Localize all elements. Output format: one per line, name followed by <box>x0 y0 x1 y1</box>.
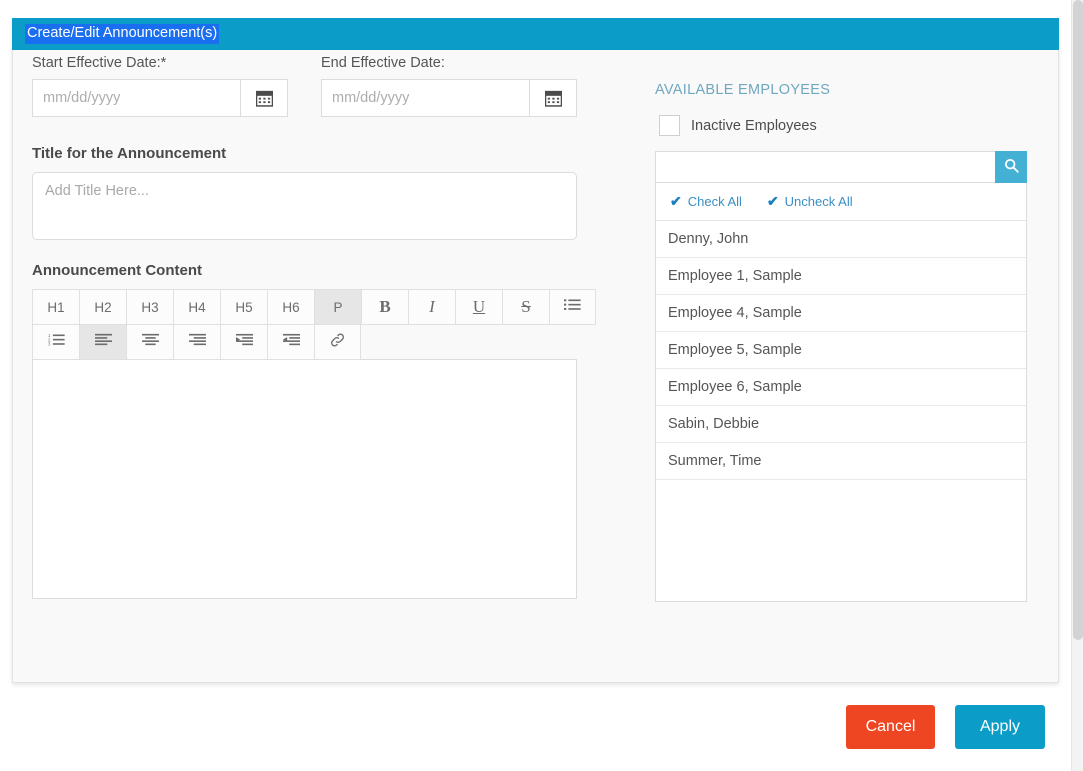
available-employees-column: AVAILABLE EMPLOYEES Inactive Employees ✔… <box>655 82 1027 602</box>
link-icon <box>329 332 346 353</box>
strikethrough-button-label: S <box>521 297 531 316</box>
end-effective-date-label: End Effective Date: <box>321 55 445 71</box>
strikethrough-button[interactable]: S <box>502 289 549 325</box>
align-right-button[interactable] <box>173 324 220 360</box>
dialog-footer: Cancel Apply <box>0 702 1083 771</box>
check-icon: ✔ <box>670 193 682 209</box>
start-effective-date-group: Start Effective Date:* <box>32 55 288 117</box>
employee-search-input[interactable] <box>655 151 995 183</box>
italic-button[interactable]: I <box>408 289 455 325</box>
svg-text:3: 3 <box>48 342 51 347</box>
employee-list-item[interactable]: Employee 5, Sample <box>656 332 1026 369</box>
indent-icon <box>235 332 253 352</box>
employee-search-button[interactable] <box>995 151 1027 183</box>
announcement-title-label: Title for the Announcement <box>32 145 227 162</box>
heading-6-button-label: H6 <box>282 299 300 315</box>
employee-name: Employee 6, Sample <box>668 379 802 395</box>
start-effective-date-label: Start Effective Date:* <box>32 55 167 71</box>
employee-name: Summer, Time <box>668 453 762 469</box>
heading-5-button[interactable]: H5 <box>220 289 267 325</box>
announcement-title-input[interactable] <box>32 172 577 240</box>
list-select-tools: ✔ Check All ✔ Uncheck All <box>656 183 1026 221</box>
search-icon <box>1004 158 1019 176</box>
employee-name: Employee 4, Sample <box>668 305 802 321</box>
italic-button-label: I <box>429 297 435 316</box>
dialog-title: Create/Edit Announcement(s) <box>25 24 220 44</box>
editor-toolbar-row-1: H1 H2 H3 H4 H5 H6 P B I U S <box>32 289 622 325</box>
check-all-label: Check All <box>687 194 742 209</box>
employee-list-item[interactable]: Employee 4, Sample <box>656 295 1026 332</box>
heading-1-button-label: H1 <box>47 299 65 315</box>
heading-2-button[interactable]: H2 <box>79 289 126 325</box>
heading-3-button-label: H3 <box>141 299 159 315</box>
editor-toolbar-row-2: 1 2 3 <box>32 324 622 360</box>
bullet-list-icon <box>564 297 581 317</box>
heading-5-button-label: H5 <box>235 299 253 315</box>
dialog-header-bar: Create/Edit Announcement(s) <box>12 18 1059 50</box>
bold-button[interactable]: B <box>361 289 408 325</box>
heading-1-button[interactable]: H1 <box>32 289 79 325</box>
underline-button[interactable]: U <box>455 289 502 325</box>
insert-link-button[interactable] <box>314 324 361 360</box>
employee-search-row <box>655 151 1027 183</box>
paragraph-button[interactable]: P <box>314 289 361 325</box>
paragraph-button-label: P <box>333 299 343 315</box>
announcement-form-column: Start Effective Date:* mm/dd/yyyy End Ef… <box>32 55 622 599</box>
end-date-calendar-button[interactable] <box>529 79 577 117</box>
align-right-icon <box>188 332 206 352</box>
inactive-employees-checkbox[interactable] <box>659 115 680 136</box>
available-employees-heading: AVAILABLE EMPLOYEES <box>655 82 831 98</box>
ordered-list-button[interactable]: 1 2 3 <box>32 324 79 360</box>
employee-list-item[interactable]: Denny, John <box>656 221 1026 258</box>
employee-name: Sabin, Debbie <box>668 416 760 432</box>
employee-list-item[interactable]: Employee 1, Sample <box>656 258 1026 295</box>
uncheck-all-link[interactable]: ✔ Uncheck All <box>767 193 853 210</box>
announcement-content-label: Announcement Content <box>32 262 202 279</box>
employee-list-item[interactable]: Sabin, Debbie <box>656 406 1026 443</box>
align-left-button[interactable] <box>79 324 126 360</box>
heading-2-button-label: H2 <box>94 299 112 315</box>
effective-dates-row: Start Effective Date:* mm/dd/yyyy End Ef… <box>32 55 622 131</box>
heading-3-button[interactable]: H3 <box>126 289 173 325</box>
numbered-list-icon: 1 2 3 <box>48 332 65 352</box>
scrollbar-thumb[interactable] <box>1073 0 1083 640</box>
employee-name: Denny, John <box>668 231 749 247</box>
align-center-icon <box>141 332 159 352</box>
heading-4-button[interactable]: H4 <box>173 289 220 325</box>
employee-list-item[interactable]: Employee 6, Sample <box>656 369 1026 406</box>
available-employees-list[interactable]: ✔ Check All ✔ Uncheck All Denny, John Emp… <box>655 183 1027 602</box>
underline-button-label: U <box>472 297 486 316</box>
align-center-button[interactable] <box>126 324 173 360</box>
employee-rows-container: Denny, John Employee 1, Sample Employee 4,… <box>656 221 1026 480</box>
heading-4-button-label: H4 <box>188 299 206 315</box>
uncheck-all-label: Uncheck All <box>784 194 853 209</box>
indent-button[interactable] <box>220 324 267 360</box>
employee-list-item[interactable]: Summer, Time <box>656 443 1026 480</box>
outdent-icon <box>282 332 300 352</box>
employee-name: Employee 1, Sample <box>668 268 802 284</box>
outdent-button[interactable] <box>267 324 314 360</box>
end-effective-date-input[interactable] <box>321 79 529 117</box>
calendar-icon <box>544 90 562 107</box>
inactive-employees-row: Inactive Employees <box>655 112 1027 139</box>
check-icon: ✔ <box>766 193 779 209</box>
start-effective-date-input[interactable] <box>32 79 240 117</box>
cancel-button[interactable]: Cancel <box>846 705 935 749</box>
start-date-calendar-button[interactable] <box>240 79 288 117</box>
announcement-content-group: Announcement Content H1 H2 H3 H4 H5 H6 P B I U S 1… <box>32 262 622 599</box>
announcement-content-editor[interactable] <box>32 359 577 599</box>
announcement-title-group: Title for the Announcement <box>32 145 622 245</box>
align-left-icon <box>94 332 112 352</box>
bold-button-label: B <box>379 297 391 316</box>
apply-button[interactable]: Apply <box>955 705 1045 749</box>
page-scrollbar[interactable] <box>1071 0 1083 771</box>
employee-name: Employee 5, Sample <box>668 342 802 358</box>
end-effective-date-group: End Effective Date: <box>321 55 577 117</box>
calendar-icon <box>255 90 273 107</box>
heading-6-button[interactable]: H6 <box>267 289 314 325</box>
check-all-link[interactable]: ✔ Check All <box>670 193 742 210</box>
unordered-list-button[interactable] <box>549 289 596 325</box>
inactive-employees-label: Inactive Employees <box>691 117 817 134</box>
